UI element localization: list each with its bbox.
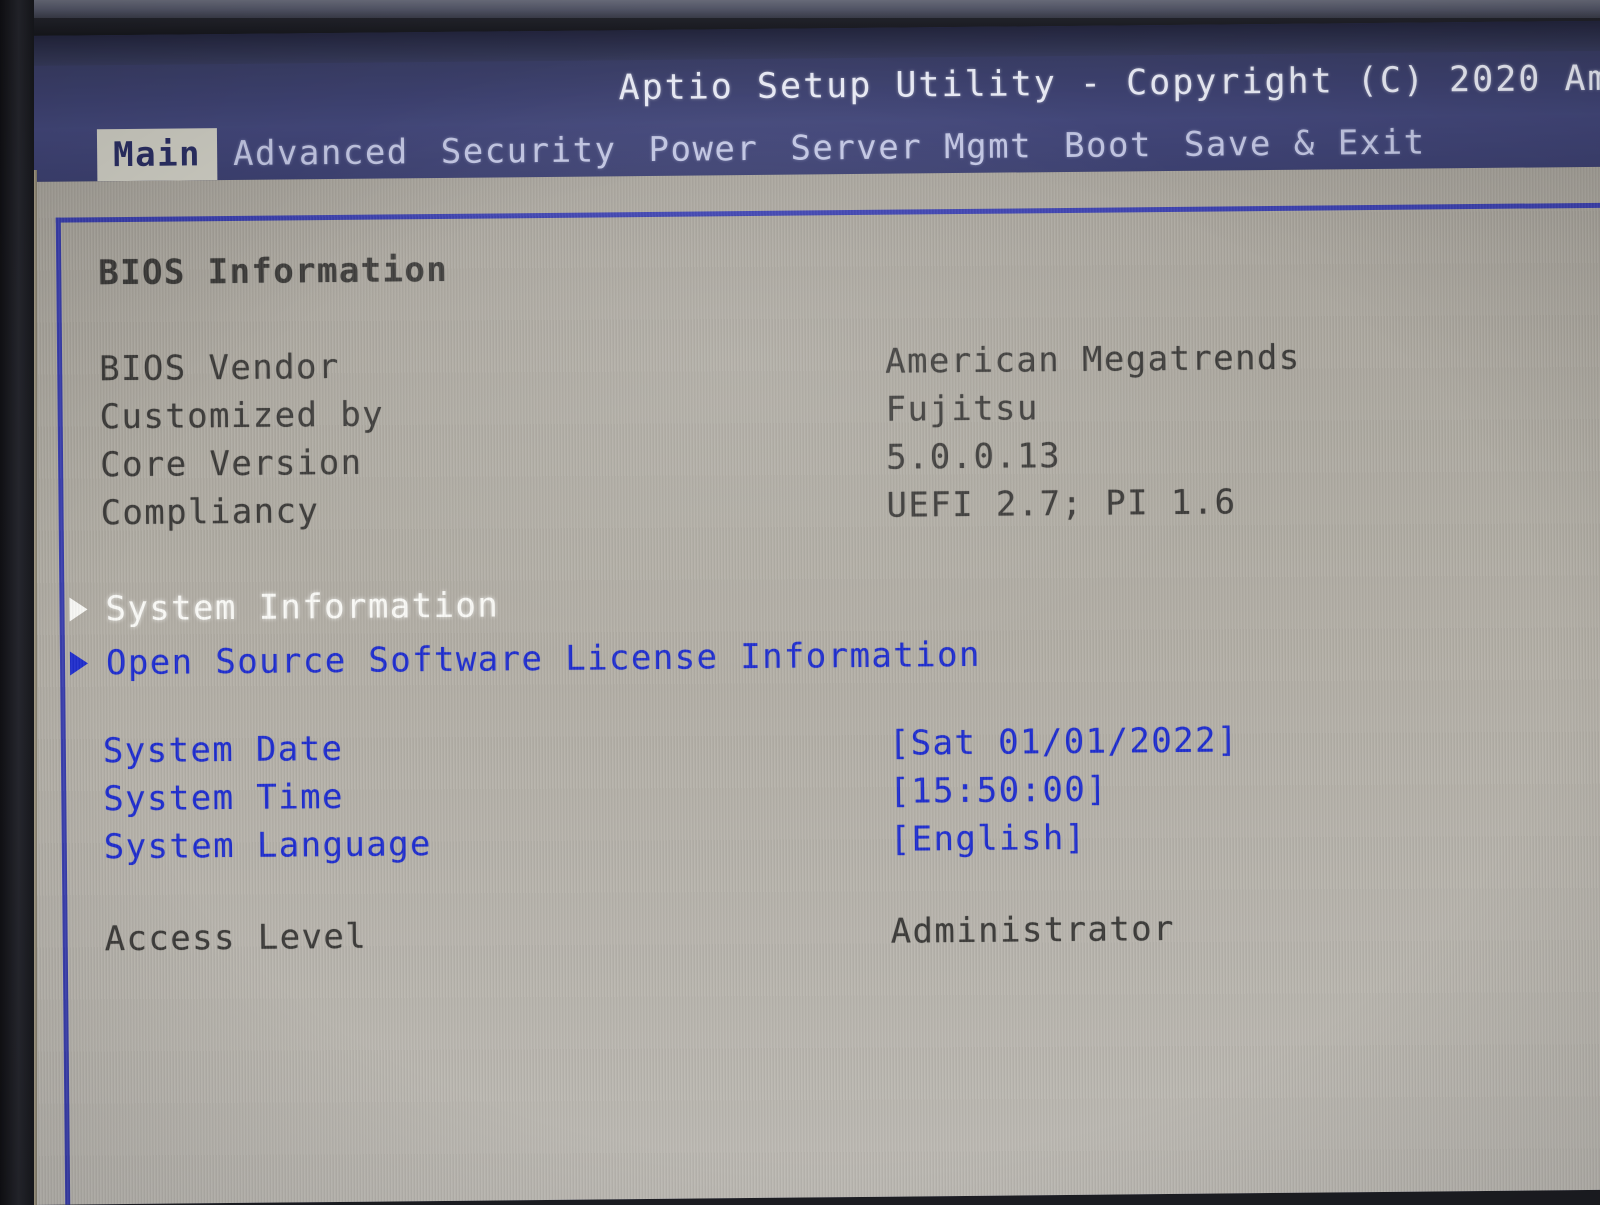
label-system-language: System Language <box>103 824 433 868</box>
label-system-date: System Date <box>102 728 344 772</box>
monitor-photo: Aptio Setup Utility - Copyright (C) 2020… <box>0 0 1600 1205</box>
label-access-level: Access Level <box>104 916 368 960</box>
value-customized-by: Fujitsu <box>885 388 1039 430</box>
value-system-date[interactable]: [Sat 01/01/2022] <box>889 720 1239 763</box>
row-access-level: Access Level Administrator <box>28 901 1600 964</box>
label-open-source-license: Open Source Software License Information <box>105 634 981 684</box>
value-compliancy: UEFI 2.7; PI 1.6 <box>886 482 1237 526</box>
value-system-time[interactable]: [15:50:00] <box>889 770 1108 812</box>
value-core-version: 5.0.0.13 <box>885 436 1062 478</box>
tab-advanced[interactable]: Advanced <box>217 126 425 180</box>
tab-security[interactable]: Security <box>425 124 633 178</box>
label-compliancy: Compliancy <box>100 491 320 534</box>
value-system-language[interactable]: [English] <box>890 818 1087 860</box>
tab-power[interactable]: Power <box>632 123 774 176</box>
submenu-system-information[interactable]: System Information <box>25 571 1600 634</box>
monitor-bezel-left <box>0 0 34 1205</box>
label-bios-vendor: BIOS Vendor <box>99 346 340 390</box>
submenu-open-source-license[interactable]: Open Source Software License Information <box>26 625 1600 688</box>
label-system-time: System Time <box>103 776 345 820</box>
section-title: BIOS Information <box>98 249 449 294</box>
tab-save-exit[interactable]: Save & Exit <box>1168 116 1442 171</box>
content-pane: BIOS Information BIOS Vendor American Me… <box>21 166 1600 1205</box>
tab-server-mgmt[interactable]: Server Mgmt <box>774 120 1048 175</box>
bios-screen: Aptio Setup Utility - Copyright (C) 2020… <box>20 20 1600 1205</box>
label-core-version: Core Version <box>99 442 363 486</box>
value-bios-vendor: American Megatrends <box>884 337 1301 382</box>
submenu-arrow-icon <box>69 597 88 622</box>
tab-main[interactable]: Main <box>96 128 218 182</box>
label-customized-by: Customized by <box>99 394 385 438</box>
section-heading-bios-information: BIOS Information <box>22 235 1600 298</box>
page-title: Aptio Setup Utility - Copyright (C) 2020… <box>618 57 1600 109</box>
tab-boot[interactable]: Boot <box>1048 119 1168 172</box>
value-access-level: Administrator <box>890 908 1176 952</box>
settings-list: BIOS Information BIOS Vendor American Me… <box>21 167 1600 1205</box>
submenu-arrow-icon <box>69 651 89 676</box>
label-system-information: System Information <box>105 585 500 630</box>
